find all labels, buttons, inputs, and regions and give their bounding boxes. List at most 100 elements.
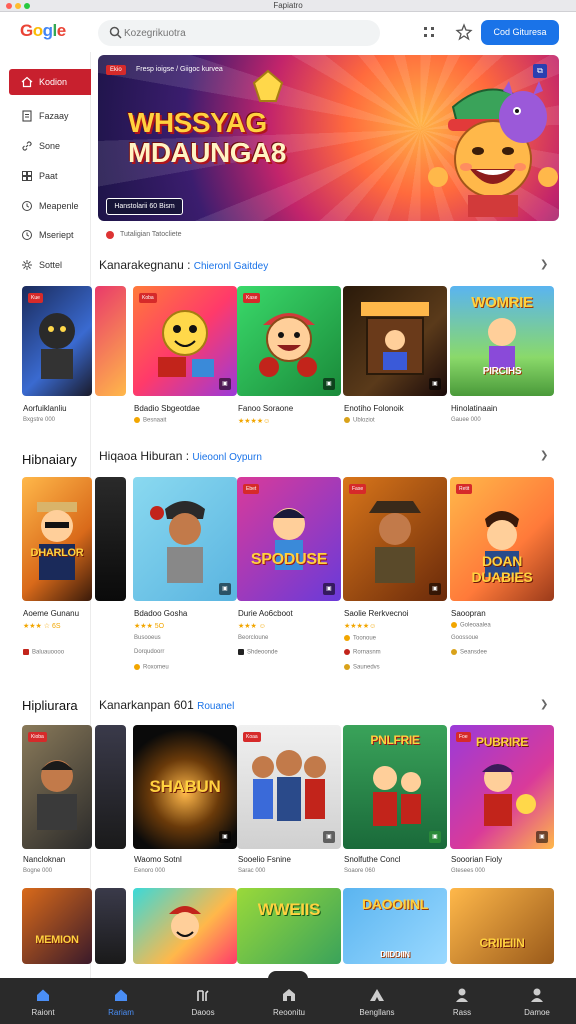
game-title: Snolfuthe Concl bbox=[344, 855, 401, 864]
game-meta: Dorqudoorr bbox=[134, 649, 165, 655]
game-meta-text: Shdeoonde bbox=[247, 649, 278, 656]
search-bar[interactable] bbox=[98, 20, 380, 46]
game-badge: Retit bbox=[456, 484, 473, 494]
game-title: Hinolatinaain bbox=[451, 404, 498, 413]
game-thumbnail: CRIIEIIN bbox=[450, 888, 554, 964]
hero-cta-button[interactable]: Hanstolarii 60 Bism bbox=[106, 198, 183, 215]
card-action-icon[interactable]: ▣ bbox=[219, 583, 231, 595]
game-meta: Goleoaalea bbox=[451, 622, 491, 629]
sidebar-item-fazaay[interactable]: Fazaay bbox=[9, 103, 91, 129]
game-meta: Eenoro 000 bbox=[134, 868, 166, 874]
home-icon bbox=[115, 989, 127, 1001]
card-action-icon[interactable]: ▣ bbox=[323, 378, 335, 390]
card-action-icon[interactable]: ▣ bbox=[429, 378, 441, 390]
sidebar-item-sone[interactable]: Sone bbox=[9, 133, 91, 159]
character-illustration bbox=[361, 302, 429, 375]
tab-bengllans[interactable]: Bengllans bbox=[336, 978, 418, 1024]
game-thumbnail: WWEIIS bbox=[237, 888, 341, 964]
card-action-icon[interactable]: ▣ bbox=[323, 583, 335, 595]
game-thumbnail: Kase ▣ bbox=[237, 286, 341, 396]
sign-in-button[interactable]: Cod Gituresa bbox=[481, 20, 559, 45]
character-illustration bbox=[37, 760, 77, 830]
tab-label: Reoonitu bbox=[272, 1008, 306, 1017]
game-rating: ★★★★☺ bbox=[238, 418, 271, 425]
game-meta: Shdeoonde bbox=[238, 649, 278, 656]
logo[interactable]: Gogle bbox=[20, 21, 66, 41]
meta-dot-icon bbox=[134, 664, 140, 670]
game-meta: Gauee 000 bbox=[451, 417, 481, 423]
section-2-arrow-icon[interactable]: ❯ bbox=[540, 450, 548, 461]
tab-daoos[interactable]: Daoos bbox=[162, 978, 244, 1024]
game-meta: Saunedvs bbox=[344, 664, 380, 671]
meta-dot-icon bbox=[451, 649, 457, 655]
person-icon bbox=[531, 988, 543, 1002]
game-thumbnail: Fase ▣ bbox=[343, 477, 447, 601]
game-meta-text: Ubloziot bbox=[353, 417, 375, 424]
game-logo-text: MEMION bbox=[35, 934, 79, 946]
logo-mark: o bbox=[32, 21, 43, 40]
sidebar-item-label: Meapenle bbox=[39, 201, 79, 211]
hero-corner-icon[interactable]: ⧉ bbox=[533, 64, 547, 78]
tab-label: Rariam bbox=[108, 1008, 134, 1017]
hero-title: WHSSYAG bbox=[128, 107, 267, 138]
section-1-link[interactable]: Chieronl Gaitdey bbox=[194, 261, 268, 272]
tab-reoonitu[interactable]: Reoonitu bbox=[248, 978, 330, 1024]
game-meta: Besnaait bbox=[134, 417, 166, 424]
window-titlebar: Fapiatro bbox=[0, 0, 576, 12]
floating-gem-icon bbox=[252, 69, 284, 102]
hero-tag: Ekio bbox=[106, 65, 126, 75]
star-icon[interactable] bbox=[455, 23, 473, 41]
card-action-icon[interactable]: ▣ bbox=[536, 831, 548, 843]
game-thumbnail: WOMRIE PIRCIHS bbox=[450, 286, 554, 396]
tab-label: Bengllans bbox=[359, 1008, 395, 1017]
game-thumbnail bbox=[95, 286, 126, 396]
tab-raiont[interactable]: Raiont bbox=[2, 978, 84, 1024]
grid-icon bbox=[22, 171, 32, 181]
game-meta: Ubloziot bbox=[344, 417, 375, 424]
game-meta: Bogne 000 bbox=[23, 868, 53, 874]
section-1-heading: Kanarakegnanu : bbox=[99, 258, 191, 272]
sidebar-item-label: Fazaay bbox=[39, 111, 69, 121]
game-meta: Gtesees 000 bbox=[451, 868, 486, 874]
card-action-icon[interactable]: ▣ bbox=[429, 583, 441, 595]
game-logo-text: DAOOIINL bbox=[361, 896, 429, 912]
sidebar-item-paat[interactable]: Paat bbox=[9, 163, 91, 189]
sidebar-item-meapenle[interactable]: Meapenle bbox=[9, 193, 91, 219]
game-meta: Baluauoooo bbox=[23, 649, 64, 656]
game-logo-text: SPODUSE bbox=[250, 551, 328, 568]
sidebar-item-label: Sottel bbox=[39, 260, 63, 270]
search-input[interactable] bbox=[124, 23, 364, 43]
card-action-icon[interactable]: ▣ bbox=[219, 831, 231, 843]
sidebar-item-kodion[interactable]: Kodion bbox=[9, 69, 91, 95]
hero-caption: Tutaligian Tatocliete bbox=[120, 231, 182, 238]
game-rating-text: Goleoaalea bbox=[460, 622, 491, 629]
game-title: Aoeme Gunanu bbox=[23, 609, 80, 618]
hero-banner[interactable]: Ekio Fresp ioigse / Giigoc kurvea WHSSYA… bbox=[98, 55, 559, 221]
sidebar-item-sottel[interactable]: Sottel bbox=[9, 252, 91, 278]
section-2-side-title: Hibnaiary bbox=[22, 452, 77, 467]
card-action-icon[interactable]: ▣ bbox=[323, 831, 335, 843]
game-thumbnail: MEMION bbox=[22, 888, 92, 964]
section-2-link[interactable]: Uieoonl Oypurn bbox=[192, 452, 261, 463]
section-3-link[interactable]: Rouanel bbox=[197, 701, 234, 712]
game-logo-text: WWEIIS bbox=[257, 900, 321, 919]
apps-grid-icon[interactable] bbox=[420, 23, 438, 41]
section-3-arrow-icon[interactable]: ❯ bbox=[540, 699, 548, 710]
card-action-icon[interactable]: ▣ bbox=[219, 378, 231, 390]
tab-damoe[interactable]: Damoe bbox=[496, 978, 576, 1024]
sidebar-item-label: Paat bbox=[39, 171, 58, 181]
meta-dot-icon bbox=[344, 635, 350, 641]
tab-rariam[interactable]: Rariam bbox=[80, 978, 162, 1024]
meta-dot-icon bbox=[344, 417, 350, 423]
tab-label: Rass bbox=[452, 1008, 472, 1017]
sidebar-item-mseriept[interactable]: Mseriept bbox=[9, 222, 91, 248]
card-action-icon[interactable]: ▣ bbox=[429, 831, 441, 843]
section-2-title: Hiqaoa Hiburan : Uieoonl Oypurn bbox=[99, 449, 262, 463]
game-thumbnail: Kioba bbox=[22, 725, 92, 849]
game-badge: Kioba bbox=[28, 732, 47, 742]
section-1-arrow-icon[interactable]: ❯ bbox=[540, 259, 548, 270]
hero-subtitle: Fresp ioigse / Giigoc kurvea bbox=[136, 66, 223, 73]
section-3-heading: Kanarkanpan 601 bbox=[99, 698, 194, 712]
tab-rass[interactable]: Rass bbox=[421, 978, 503, 1024]
game-meta-text: Saunedvs bbox=[353, 664, 380, 671]
